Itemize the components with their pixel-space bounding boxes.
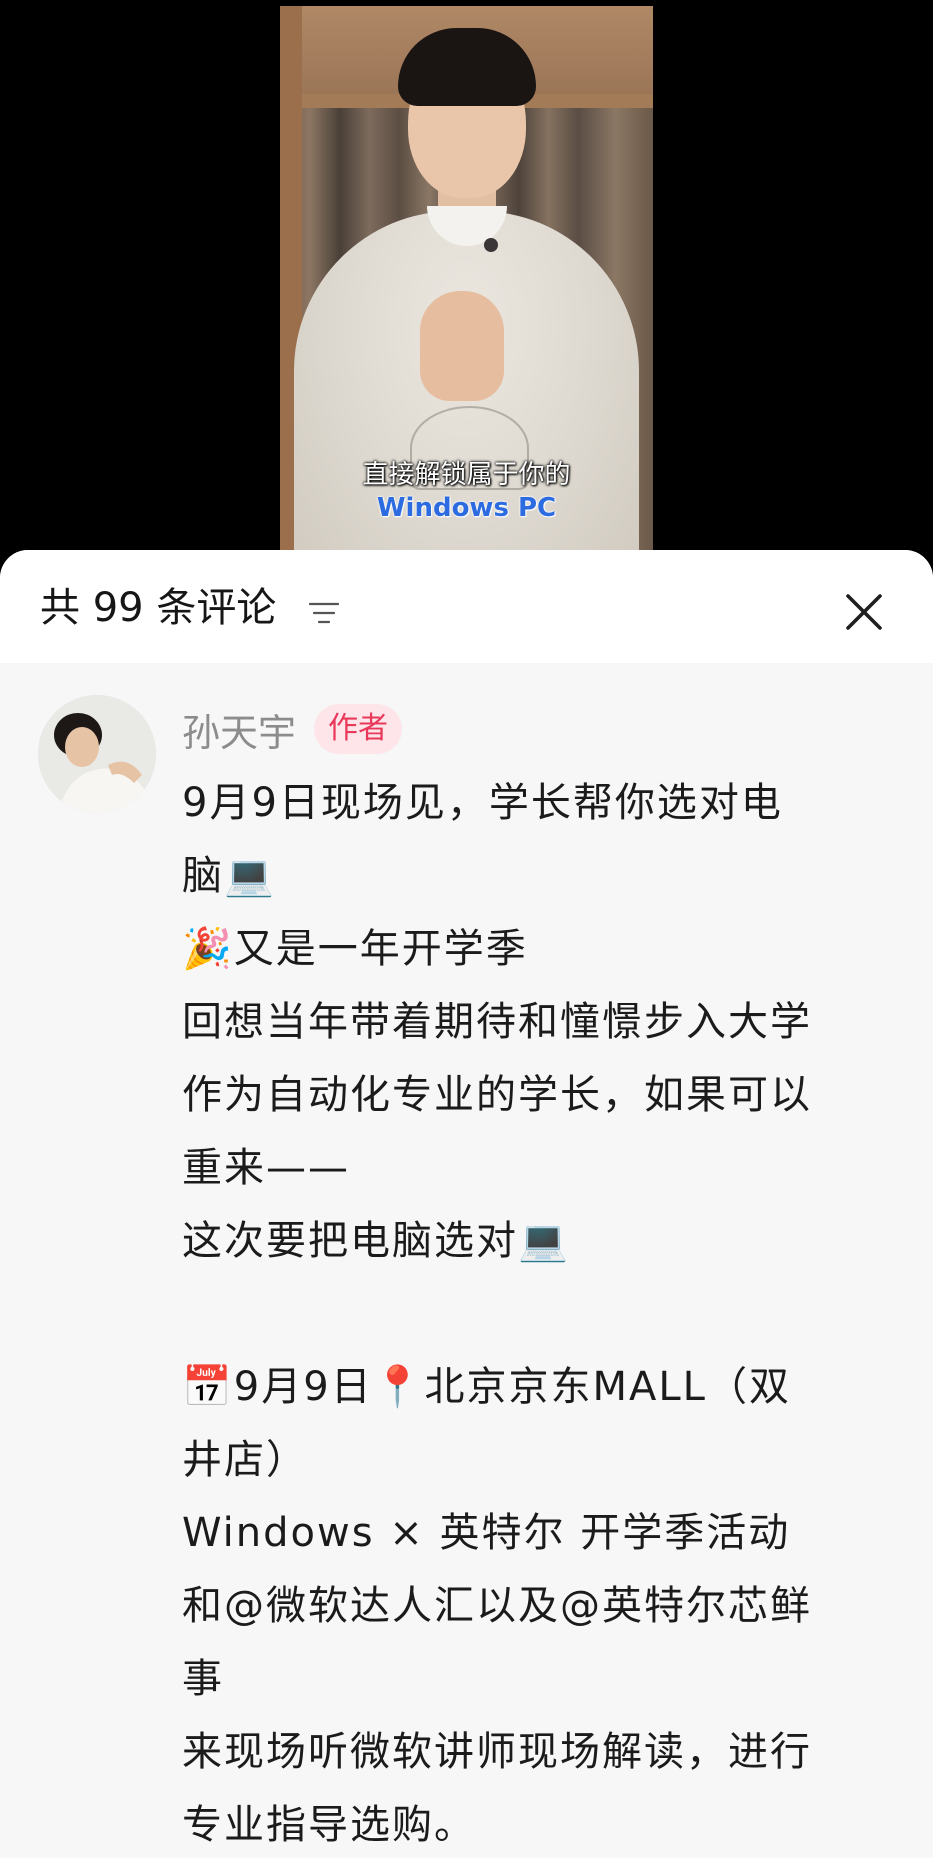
- comment-line: 和@微软达人汇以及@英特尔芯鲜: [182, 1583, 812, 1629]
- lapel-mic: [484, 238, 498, 252]
- comment-text: 9月9日现场见，学长帮你选对电 脑💻 🎉又是一年开学季回想当年带着期待和憧憬步入大学…: [182, 767, 902, 1858]
- avatar[interactable]: [38, 695, 156, 813]
- comment-line: 作为自动化专业的学长，如果可以: [182, 1072, 812, 1118]
- subtitle-line-1: 直接解锁属于你的: [362, 460, 571, 490]
- comment-line: 9月9日现场见，学长帮你选对电: [182, 780, 783, 826]
- comment-line: 回想当年带着期待和憧憬步入大学: [182, 999, 812, 1045]
- comment-line: 重来——: [182, 1145, 350, 1191]
- comment-line: 来现场听微软讲师现场解读，进行: [182, 1729, 812, 1775]
- comment-line: [182, 1278, 902, 1351]
- subtitle-line-2: Windows PC: [376, 493, 557, 523]
- comment-count-title: 共 99 条评论: [40, 585, 277, 631]
- author-row: 孙天宇 作者: [182, 699, 403, 759]
- avatar-photo: [38, 695, 156, 813]
- comment-line: 专业指导选购。: [182, 1802, 476, 1848]
- close-icon[interactable]: [840, 588, 888, 636]
- comment-line: 脑💻: [182, 853, 276, 899]
- comment-line: 📅9月9日📍北京京东MALL（双: [182, 1364, 791, 1410]
- comment-line: Windows × 英特尔 开学季活动: [182, 1510, 791, 1556]
- comments-header: 共 99 条评论: [0, 550, 933, 663]
- comment-line: 🎉又是一年开学季: [182, 926, 528, 972]
- comment-line: 井店）: [182, 1437, 308, 1483]
- sort-lines-icon[interactable]: [308, 600, 340, 626]
- comment-line: 事: [182, 1656, 224, 1702]
- comment-line: 这次要把电脑选对💻: [182, 1218, 570, 1264]
- author-badge: 作者: [314, 704, 403, 754]
- author-name[interactable]: 孙天宇: [182, 702, 296, 757]
- video-subtitle: 直接解锁属于你的 Windows PC: [0, 458, 933, 524]
- video-player[interactable]: 直接解锁属于你的 Windows PC: [0, 0, 933, 560]
- comments-panel: 共 99 条评论 孙天宇 作者 9月9日现场见，学长帮你选对电 脑💻 🎉又是一年开学…: [0, 550, 933, 1858]
- presenter-hands: [420, 291, 504, 401]
